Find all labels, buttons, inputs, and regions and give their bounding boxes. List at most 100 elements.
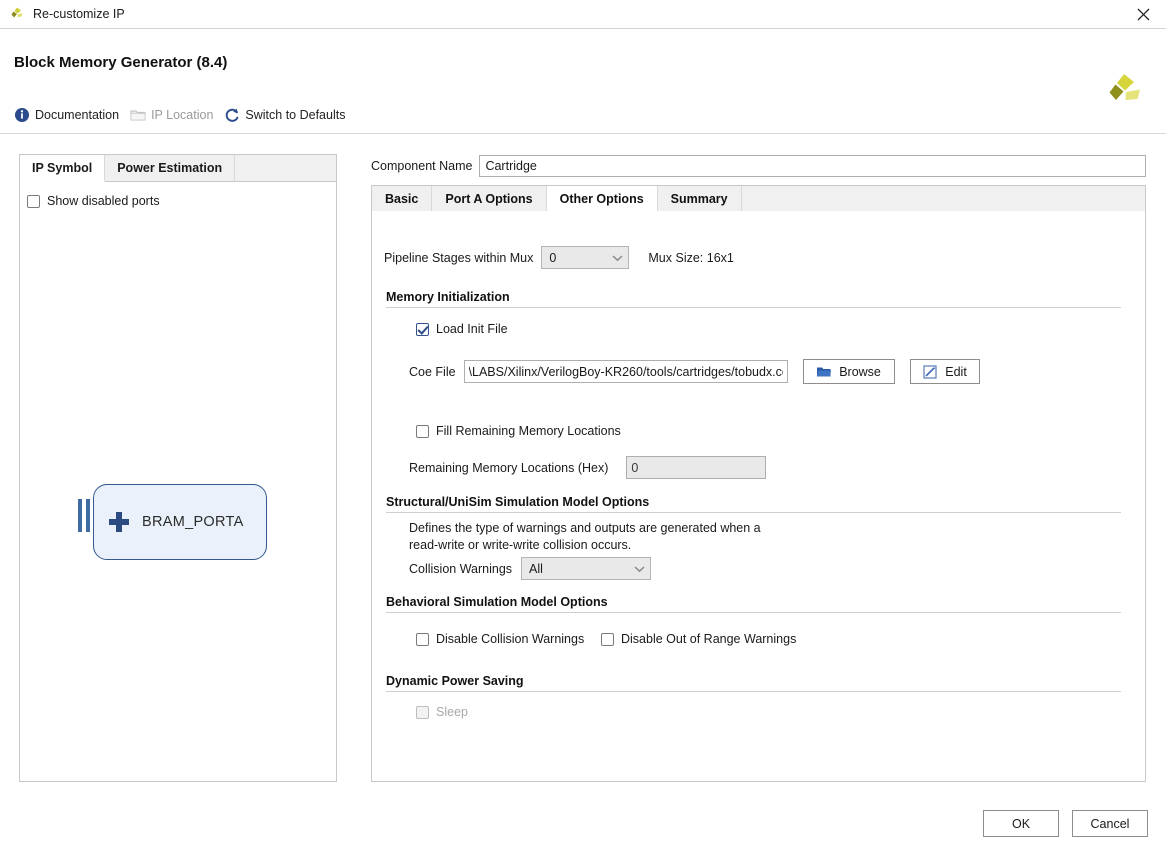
tab-summary[interactable]: Summary: [658, 186, 742, 211]
tab-ip-symbol-label: IP Symbol: [32, 161, 93, 175]
collision-warnings-select[interactable]: All: [521, 557, 652, 580]
section-divider: [386, 691, 1121, 692]
load-init-file-checkbox[interactable]: Load Init File: [416, 322, 508, 336]
tab-power-estimation-label: Power Estimation: [117, 161, 223, 175]
collision-warnings-row: Collision Warnings All: [409, 557, 652, 580]
dialog-header: Block Memory Generator (8.4) Documentati…: [0, 29, 1166, 134]
edit-button[interactable]: Edit: [909, 359, 980, 384]
show-disabled-ports-label: Show disabled ports: [47, 194, 160, 208]
info-icon: [14, 107, 30, 123]
disable-out-of-range-warnings-label: Disable Out of Range Warnings: [621, 632, 797, 646]
bram-symbol-box[interactable]: BRAM_PORTA: [93, 484, 267, 560]
page-title: Block Memory Generator (8.4): [14, 54, 228, 71]
ok-button[interactable]: OK: [983, 810, 1059, 837]
show-disabled-ports-checkbox[interactable]: Show disabled ports: [27, 194, 160, 208]
section-divider: [386, 612, 1121, 613]
chevron-down-icon: [606, 254, 628, 262]
memory-initialization-title: Memory Initialization: [386, 290, 510, 304]
pipeline-stages-row: Pipeline Stages within Mux 0 Mux Size: 1…: [384, 246, 734, 269]
pipeline-stages-value: 0: [549, 250, 557, 265]
mux-size-text: Mux Size: 16x1: [648, 250, 734, 265]
left-tabs-filler: [235, 155, 336, 181]
refresh-icon: [224, 107, 240, 123]
tab-port-a-options-label: Port A Options: [445, 191, 533, 206]
cancel-label: Cancel: [1090, 816, 1130, 831]
disable-collision-warnings-checkbox[interactable]: Disable Collision Warnings: [416, 632, 584, 646]
options-panel: Basic Port A Options Other Options Summa…: [371, 185, 1146, 782]
edit-label: Edit: [945, 364, 967, 379]
folder-icon: [130, 107, 146, 123]
ip-symbol-body: Show disabled ports BRAM_PORTA: [20, 182, 336, 781]
remaining-hex-row: Remaining Memory Locations (Hex): [409, 456, 767, 479]
header-toolbar: Documentation IP Location Switch to Defa…: [10, 105, 352, 125]
close-icon[interactable]: [1120, 0, 1166, 28]
other-options-body: Pipeline Stages within Mux 0 Mux Size: 1…: [371, 211, 1146, 782]
collision-warnings-value: All: [529, 561, 543, 576]
documentation-button[interactable]: Documentation: [10, 105, 126, 125]
switch-to-defaults-label: Switch to Defaults: [245, 108, 346, 122]
bram-symbol[interactable]: BRAM_PORTA: [72, 477, 282, 567]
checkbox-box: [416, 424, 429, 438]
checkbox-box: [416, 632, 429, 646]
memory-initialization-section: Memory Initialization: [386, 290, 1121, 308]
tab-port-a-options[interactable]: Port A Options: [432, 186, 547, 211]
ip-location-button[interactable]: IP Location: [126, 105, 220, 125]
folder-open-icon: [816, 364, 832, 380]
remaining-hex-label: Remaining Memory Locations (Hex): [409, 460, 609, 475]
load-init-file-label: Load Init File: [436, 322, 508, 336]
structural-help-line2: read-write or write-write collision occu…: [409, 538, 632, 552]
left-panel-tabs: IP Symbol Power Estimation: [20, 155, 336, 182]
tab-other-options-label: Other Options: [559, 191, 644, 206]
browse-button[interactable]: Browse: [802, 359, 895, 384]
sleep-label: Sleep: [436, 705, 468, 719]
behavioral-title: Behavioral Simulation Model Options: [386, 595, 608, 609]
window-title: Re-customize IP: [33, 7, 125, 21]
ip-symbol-panel: IP Symbol Power Estimation Show disabled…: [19, 154, 337, 782]
remaining-hex-input[interactable]: [626, 456, 767, 479]
ok-label: OK: [1011, 816, 1031, 831]
options-tabs: Basic Port A Options Other Options Summa…: [371, 185, 1146, 211]
checkbox-box: [416, 705, 429, 719]
browse-label: Browse: [839, 364, 881, 379]
bram-symbol-label: BRAM_PORTA: [142, 514, 244, 530]
fill-remaining-checkbox[interactable]: Fill Remaining Memory Locations: [416, 424, 621, 438]
options-tabs-filler: [742, 186, 1145, 211]
pipeline-stages-select[interactable]: 0: [541, 246, 630, 269]
disable-out-of-range-warnings-checkbox[interactable]: Disable Out of Range Warnings: [601, 632, 796, 646]
switch-to-defaults-button[interactable]: Switch to Defaults: [220, 105, 352, 125]
checkbox-box: [27, 194, 40, 208]
tab-ip-symbol[interactable]: IP Symbol: [20, 155, 106, 182]
checkbox-box: [601, 632, 614, 646]
behavioral-section: Behavioral Simulation Model Options: [386, 595, 1121, 613]
structural-help-text: Defines the type of warnings and outputs…: [409, 520, 839, 554]
xilinx-pinwheel-logo: [1104, 71, 1144, 111]
disable-collision-warnings-label: Disable Collision Warnings: [436, 632, 585, 646]
cancel-button[interactable]: Cancel: [1072, 810, 1148, 837]
coe-file-row: Coe File Browse: [409, 359, 980, 384]
coe-file-input[interactable]: [463, 360, 788, 383]
collision-warnings-label: Collision Warnings: [409, 561, 513, 576]
section-divider: [386, 307, 1121, 308]
window-titlebar: Re-customize IP: [0, 0, 1166, 29]
structural-help-line1: Defines the type of warnings and outputs…: [409, 521, 761, 535]
dialog-footer: OK Cancel: [983, 810, 1148, 837]
plus-icon[interactable]: [109, 512, 129, 532]
component-name-input[interactable]: [479, 155, 1146, 177]
dynamic-power-saving-title: Dynamic Power Saving: [386, 674, 524, 688]
documentation-label: Documentation: [35, 108, 120, 122]
sleep-checkbox[interactable]: Sleep: [416, 705, 468, 719]
structural-unisim-title: Structural/UniSim Simulation Model Optio…: [386, 495, 650, 509]
structural-unisim-section: Structural/UniSim Simulation Model Optio…: [386, 495, 1121, 513]
tab-power-estimation[interactable]: Power Estimation: [105, 155, 236, 181]
tab-other-options[interactable]: Other Options: [546, 186, 658, 211]
component-name-label: Component Name: [371, 159, 473, 173]
component-name-row: Component Name: [371, 155, 1146, 177]
pipeline-stages-label: Pipeline Stages within Mux: [384, 250, 534, 265]
coe-file-label: Coe File: [409, 364, 456, 379]
checkbox-box: [416, 322, 429, 336]
tab-basic-label: Basic: [385, 191, 419, 206]
chevron-down-icon: [628, 565, 650, 573]
tab-basic[interactable]: Basic: [372, 186, 433, 211]
pencil-edit-icon: [922, 364, 938, 380]
ip-location-label: IP Location: [151, 108, 214, 122]
